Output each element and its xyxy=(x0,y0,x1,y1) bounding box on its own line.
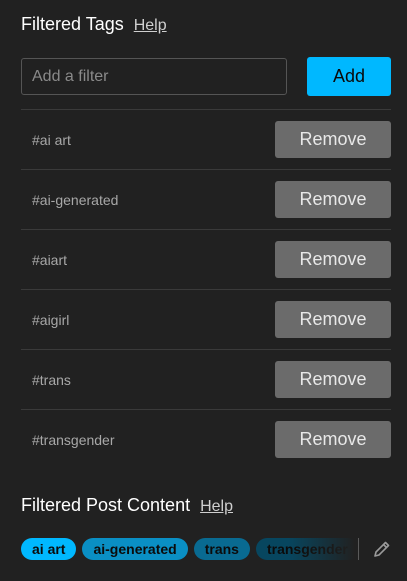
tag-row: #ai-generated Remove xyxy=(21,169,391,229)
filtered-tags-help-link[interactable]: Help xyxy=(134,17,167,35)
pencil-icon[interactable] xyxy=(371,538,393,560)
filtered-tags-header: Filtered Tags Help xyxy=(21,14,167,35)
add-filter-input[interactable] xyxy=(21,58,287,95)
filtered-tags-title: Filtered Tags xyxy=(21,14,124,34)
add-filter-button[interactable]: Add xyxy=(307,57,391,96)
chips-divider xyxy=(358,538,359,560)
content-chip[interactable]: ai art xyxy=(21,538,77,560)
tag-name: #ai-generated xyxy=(32,191,119,208)
remove-tag-button[interactable]: Remove xyxy=(275,241,391,278)
filtered-content-title: Filtered Post Content xyxy=(21,495,191,515)
tag-name: #transgender xyxy=(32,431,115,448)
filtered-content-help-link[interactable]: Help xyxy=(200,498,233,516)
tag-row: #ai art Remove xyxy=(21,109,391,169)
tag-name: #ai art xyxy=(32,131,71,148)
tag-row: #aiart Remove xyxy=(21,229,391,289)
remove-tag-button[interactable]: Remove xyxy=(275,121,391,158)
tag-name: #trans xyxy=(32,371,71,388)
tag-name: #aigirl xyxy=(32,311,70,328)
content-chip[interactable]: ai-generated xyxy=(82,538,188,560)
tag-row: #transgender Remove xyxy=(21,409,391,469)
remove-tag-button[interactable]: Remove xyxy=(275,181,391,218)
tag-name: #aiart xyxy=(32,251,68,268)
filtered-tags-list: #ai art Remove #ai-generated Remove #aiart Re… xyxy=(21,109,391,469)
remove-tag-button[interactable]: Remove xyxy=(275,361,391,398)
content-chip[interactable]: transgender xyxy=(255,538,358,560)
tag-row: #aigirl Remove xyxy=(21,289,391,349)
remove-tag-button[interactable]: Remove xyxy=(275,301,391,338)
filtered-content-header: Filtered Post Content Help xyxy=(21,495,233,516)
content-chip[interactable]: trans xyxy=(193,538,250,560)
tag-row: #trans Remove xyxy=(21,349,391,409)
remove-tag-button[interactable]: Remove xyxy=(275,421,391,458)
filtered-content-chips: ai art ai-generated trans transgender xyxy=(21,538,358,560)
